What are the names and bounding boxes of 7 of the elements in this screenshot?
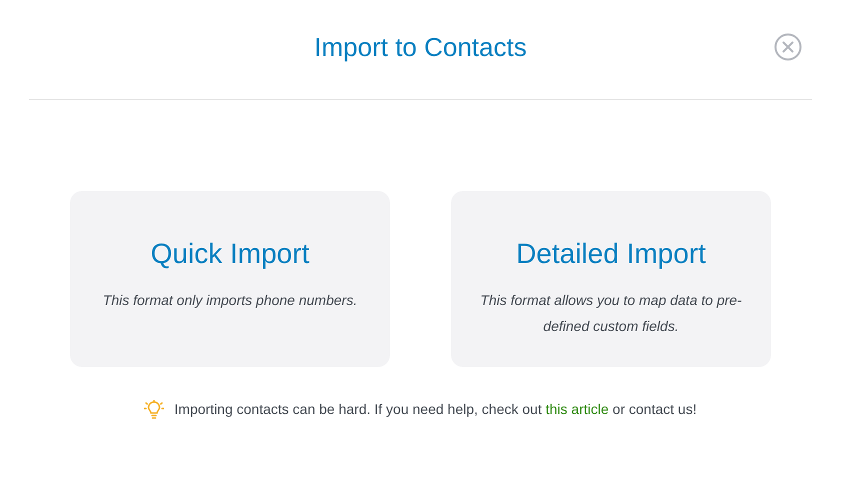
dialog-title: Import to Contacts	[314, 30, 527, 64]
import-option-card[interactable]: Detailed Import This format allows you to map data to pre-defined custom fields.	[451, 191, 771, 367]
help-tip: Importing contacts can be hard. If you need help, check out this article or contact us!	[174, 400, 697, 419]
import-option-card[interactable]: Quick Import This format only imports phone numbers.	[70, 191, 390, 367]
article-link[interactable]: this article	[546, 401, 609, 417]
close-icon[interactable]	[774, 33, 802, 61]
lightbulb-icon	[144, 400, 164, 420]
